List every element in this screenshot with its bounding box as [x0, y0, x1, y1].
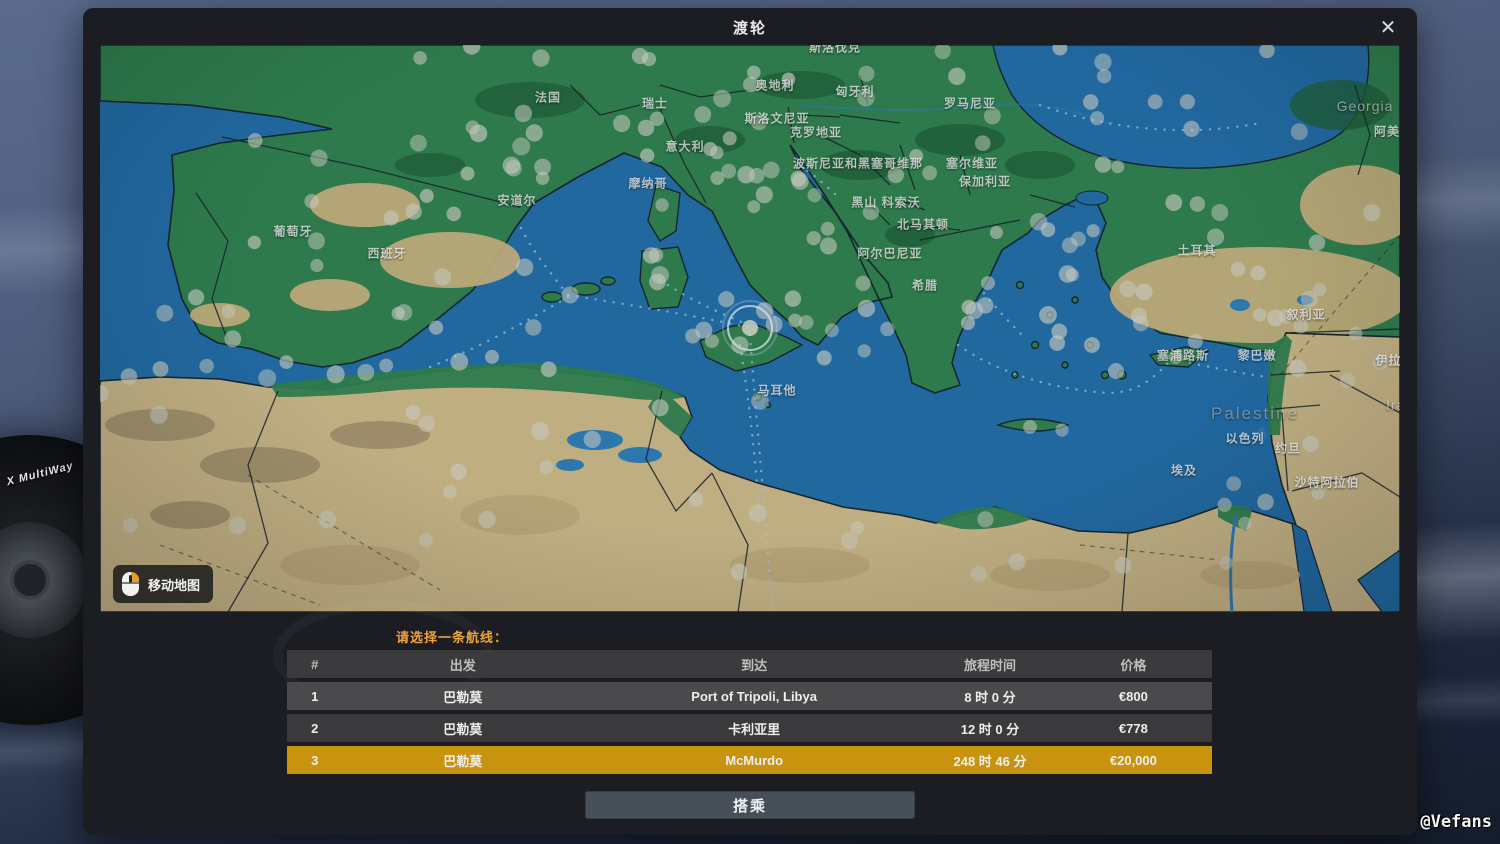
cell-time: 248 时 46 分	[925, 751, 1055, 770]
tire-hub	[10, 560, 50, 600]
dialog-titlebar: 渡轮 ✕	[83, 8, 1417, 45]
route-table-header: # 出发 到达 旅程时间 价格	[287, 650, 1212, 678]
dialog-title: 渡轮	[83, 17, 1417, 38]
board-button[interactable]: 搭乘	[585, 791, 915, 819]
cell-from: 巴勒莫	[343, 719, 584, 738]
map-graphic	[100, 45, 1400, 612]
cell-from: 巴勒莫	[343, 687, 584, 706]
cell-to: McMurdo	[583, 753, 925, 768]
cell-num: 2	[287, 721, 343, 736]
cell-time: 12 时 0 分	[925, 719, 1055, 738]
header-num: #	[287, 657, 343, 672]
cell-time: 8 时 0 分	[925, 687, 1055, 706]
move-map-label: 移动地图	[148, 575, 200, 594]
cell-to: 卡利亚里	[583, 719, 925, 738]
header-to: 到达	[583, 655, 925, 674]
desktop-background: X MultiWay 渡轮 ✕	[0, 0, 1500, 844]
route-table: # 出发 到达 旅程时间 价格 1 巴勒莫 Port of Tripoli, L…	[287, 650, 1212, 778]
route-prompt: 请选择一条航线：	[396, 627, 508, 646]
ferry-map[interactable]: 斯洛伐克法国瑞士奥地利匈牙利罗马尼亚Georgia阿美尼亚斯洛文尼亚克罗地亚意大…	[100, 45, 1400, 612]
route-row-1[interactable]: 1 巴勒莫 Port of Tripoli, Libya 8 时 0 分 €80…	[287, 682, 1212, 710]
cell-num: 1	[287, 689, 343, 704]
cell-to: Port of Tripoli, Libya	[583, 689, 925, 704]
cell-price: €800	[1055, 689, 1212, 704]
mouse-icon	[122, 572, 139, 596]
cell-price: €20,000	[1055, 753, 1212, 768]
route-row-2[interactable]: 2 巴勒莫 卡利亚里 12 时 0 分 €778	[287, 714, 1212, 742]
watermark: @Vefans	[1420, 812, 1492, 832]
cell-num: 3	[287, 753, 343, 768]
header-price: 价格	[1055, 655, 1212, 674]
header-from: 出发	[343, 655, 584, 674]
close-icon[interactable]: ✕	[1375, 15, 1401, 41]
ferry-dialog: 渡轮 ✕	[83, 8, 1417, 835]
cell-from: 巴勒莫	[343, 751, 584, 770]
move-map-hint: 移动地图	[113, 565, 213, 603]
route-row-3-selected[interactable]: 3 巴勒莫 McMurdo 248 时 46 分 €20,000	[287, 746, 1212, 774]
cell-price: €778	[1055, 721, 1212, 736]
header-time: 旅程时间	[925, 655, 1055, 674]
